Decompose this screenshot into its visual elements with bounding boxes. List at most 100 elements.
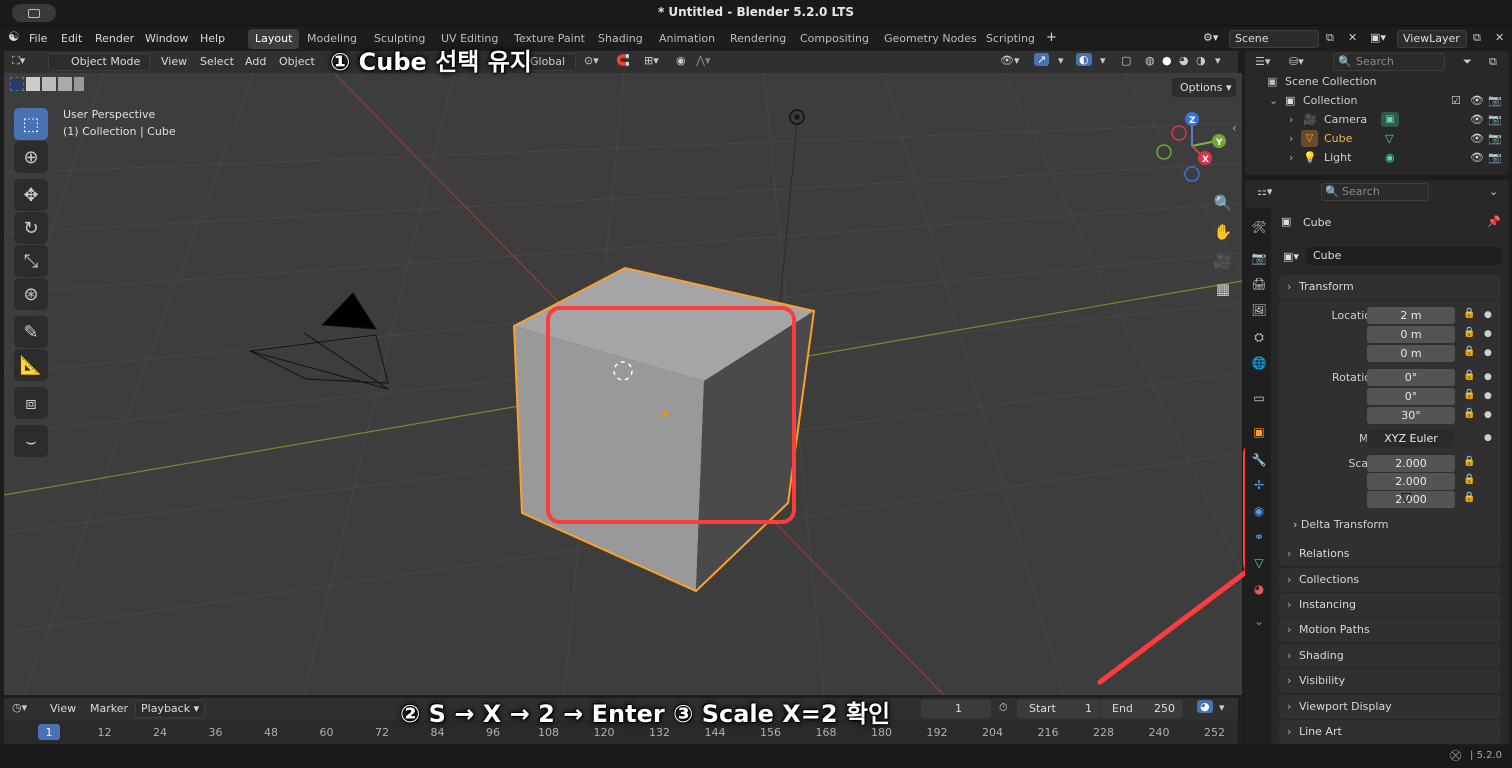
keyframe-dot-icon[interactable]: ●: [1484, 310, 1492, 320]
select-subtract-icon[interactable]: [42, 77, 56, 91]
material-shading-icon[interactable]: ◕: [1179, 54, 1189, 67]
overlay-dropdown-icon[interactable]: ▾: [1100, 54, 1106, 67]
expand-chevron-icon[interactable]: ›: [1289, 110, 1293, 129]
object-tab-icon[interactable]: ▣: [1250, 423, 1268, 441]
ortho-grid-icon[interactable]: ▦: [1210, 276, 1236, 302]
render-tab-icon[interactable]: 📷: [1250, 249, 1268, 267]
start-frame-field[interactable]: Start 1: [1017, 700, 1099, 718]
collection-tab-icon[interactable]: ▭: [1250, 389, 1268, 407]
mesh-data-icon[interactable]: ▽: [1385, 129, 1393, 148]
outliner-row-camera[interactable]: › 🎥 Camera ▣ 👁 📷: [1245, 110, 1509, 129]
gizmo-toggle-icon[interactable]: ↗: [1034, 53, 1050, 66]
blender-logo-icon[interactable]: ☯: [8, 30, 20, 45]
menu-file[interactable]: File: [29, 32, 47, 45]
outliner-filter-mode-icon[interactable]: ⛁▾: [1289, 55, 1304, 68]
data-tab-icon[interactable]: ▽: [1250, 554, 1268, 572]
keyframe-dot-icon[interactable]: ●: [1484, 410, 1492, 420]
axis-gizmo[interactable]: Z Y X: [1156, 112, 1226, 182]
new-scene-icon[interactable]: ⧉: [1326, 31, 1334, 45]
rotation-mode-dropdown[interactable]: XYZ Euler: [1367, 430, 1455, 447]
more-tabs-icon[interactable]: ⌄: [1250, 612, 1268, 630]
proportional-edit-icon[interactable]: ◉: [676, 54, 686, 67]
constraints-tab-icon[interactable]: ⚭: [1250, 528, 1268, 546]
tab-compositing[interactable]: Compositing: [793, 29, 876, 49]
end-frame-field[interactable]: End 250: [1100, 700, 1182, 718]
pin-icon[interactable]: 📌: [1487, 215, 1501, 228]
object-datablock-icon[interactable]: ▣▾: [1283, 250, 1299, 263]
new-view-layer-icon[interactable]: ⧉: [1473, 31, 1481, 45]
collections-panel[interactable]: Collections: [1279, 568, 1501, 592]
physics-tab-icon[interactable]: ◉: [1250, 502, 1268, 520]
keying-dropdown-icon[interactable]: ▾: [1219, 701, 1225, 714]
viewport-menu-view[interactable]: View: [161, 55, 187, 68]
lock-icon[interactable]: 🔒: [1463, 389, 1475, 400]
visibility-eye-icon[interactable]: 👁: [1470, 148, 1484, 167]
collapse-chevron-icon[interactable]: ⌄: [1269, 91, 1278, 110]
cursor-tool[interactable]: ⊕: [14, 141, 48, 173]
select-intersect-icon[interactable]: [74, 77, 84, 91]
render-camera-icon[interactable]: 📷: [1488, 129, 1502, 148]
outliner-row-collection[interactable]: ⌄ ▣ Collection ☑ 👁 📷: [1245, 91, 1509, 110]
outliner-row-light[interactable]: › 💡 Light ◉ 👁 📷: [1245, 148, 1509, 167]
overlay-toggle-icon[interactable]: ◐: [1076, 53, 1092, 66]
render-camera-icon[interactable]: 📷: [1488, 148, 1502, 167]
transform-panel-header[interactable]: Transform: [1279, 275, 1501, 299]
shear-tool[interactable]: ⌣: [14, 425, 48, 457]
add-cube-tool[interactable]: ⧈: [14, 387, 48, 419]
timeline-menu-marker[interactable]: Marker: [90, 702, 128, 715]
visibility-eye-icon[interactable]: 👁: [1470, 129, 1484, 148]
keying-icon[interactable]: ◕: [1197, 700, 1213, 713]
scene-field[interactable]: Scene: [1229, 30, 1319, 48]
camera-object[interactable]: [248, 292, 389, 390]
tab-layout[interactable]: Layout: [248, 29, 300, 49]
view-layer-tab-icon[interactable]: 🖼: [1250, 301, 1268, 319]
tab-rendering[interactable]: Rendering: [723, 29, 793, 49]
scene-selector-icon[interactable]: ⚙▾: [1203, 31, 1218, 44]
light-object[interactable]: [789, 109, 805, 125]
pivot-point-icon[interactable]: ⊙▾: [584, 54, 599, 67]
view-layer-field[interactable]: ViewLayer: [1397, 30, 1467, 48]
modifier-tab-icon[interactable]: 🔧: [1250, 451, 1268, 469]
shading-panel[interactable]: Shading: [1279, 644, 1501, 668]
output-tab-icon[interactable]: 🖨: [1250, 275, 1268, 293]
lock-icon[interactable]: 🔒: [1463, 492, 1475, 503]
visibility-eye-icon[interactable]: 👁: [1470, 91, 1484, 110]
select-extend-icon[interactable]: [26, 77, 40, 91]
transform-tool[interactable]: ⊛: [14, 278, 48, 310]
rendered-shading-icon[interactable]: ◑: [1196, 54, 1206, 67]
keyframe-dot-icon[interactable]: ●: [1484, 348, 1492, 358]
falloff-icon[interactable]: ⋀▾: [696, 54, 711, 67]
particles-tab-icon[interactable]: ✢: [1250, 476, 1268, 494]
viewport-menu-add[interactable]: Add: [245, 55, 266, 68]
current-frame-field[interactable]: 1: [921, 700, 991, 718]
outliner-editor-type-icon[interactable]: ☰▾: [1255, 55, 1270, 68]
instancing-panel[interactable]: Instancing: [1279, 593, 1501, 617]
outliner-row-scene-collection[interactable]: ▣ Scene Collection: [1245, 72, 1509, 91]
solid-shading-icon[interactable]: ●: [1162, 54, 1172, 67]
visibility-eye-icon[interactable]: 👁: [1470, 110, 1484, 129]
timeline-editor-type-icon[interactable]: ◷▾: [12, 701, 27, 714]
properties-options-icon[interactable]: ⌄: [1489, 185, 1498, 198]
editor-type-icon[interactable]: ⛶▾: [12, 54, 25, 68]
add-workspace-icon[interactable]: +: [1046, 30, 1057, 45]
select-mode-buttons[interactable]: [10, 77, 84, 91]
playback-dropdown[interactable]: Playback ▾: [135, 700, 205, 718]
location-z-field[interactable]: 0 m: [1367, 345, 1455, 362]
view-layer-selector-icon[interactable]: ▣▾: [1370, 31, 1386, 44]
wireframe-shading-icon[interactable]: ◍: [1145, 54, 1155, 67]
light-data-icon[interactable]: ◉: [1385, 148, 1395, 167]
exclude-checkbox-icon[interactable]: ☑: [1451, 91, 1461, 110]
measure-tool[interactable]: 📐: [14, 349, 48, 381]
viewport-display-panel[interactable]: Viewport Display: [1279, 695, 1501, 719]
sidebar-expand-icon[interactable]: ‹: [1232, 121, 1237, 135]
camera-data-icon[interactable]: ▣: [1381, 112, 1399, 127]
pan-hand-icon[interactable]: ✋: [1210, 219, 1236, 245]
material-tab-icon[interactable]: ◕: [1250, 580, 1268, 598]
stopwatch-icon[interactable]: ⏱: [999, 701, 1008, 715]
gizmo-dropdown-icon[interactable]: ▾: [1058, 54, 1064, 67]
rotate-tool[interactable]: ↻: [14, 212, 48, 244]
camera-view-icon[interactable]: 🎥: [1210, 248, 1236, 274]
viewport-menu-object[interactable]: Object: [279, 55, 315, 68]
keyframe-dot-icon[interactable]: ●: [1484, 433, 1492, 443]
world-tab-icon[interactable]: 🌐: [1250, 354, 1268, 372]
